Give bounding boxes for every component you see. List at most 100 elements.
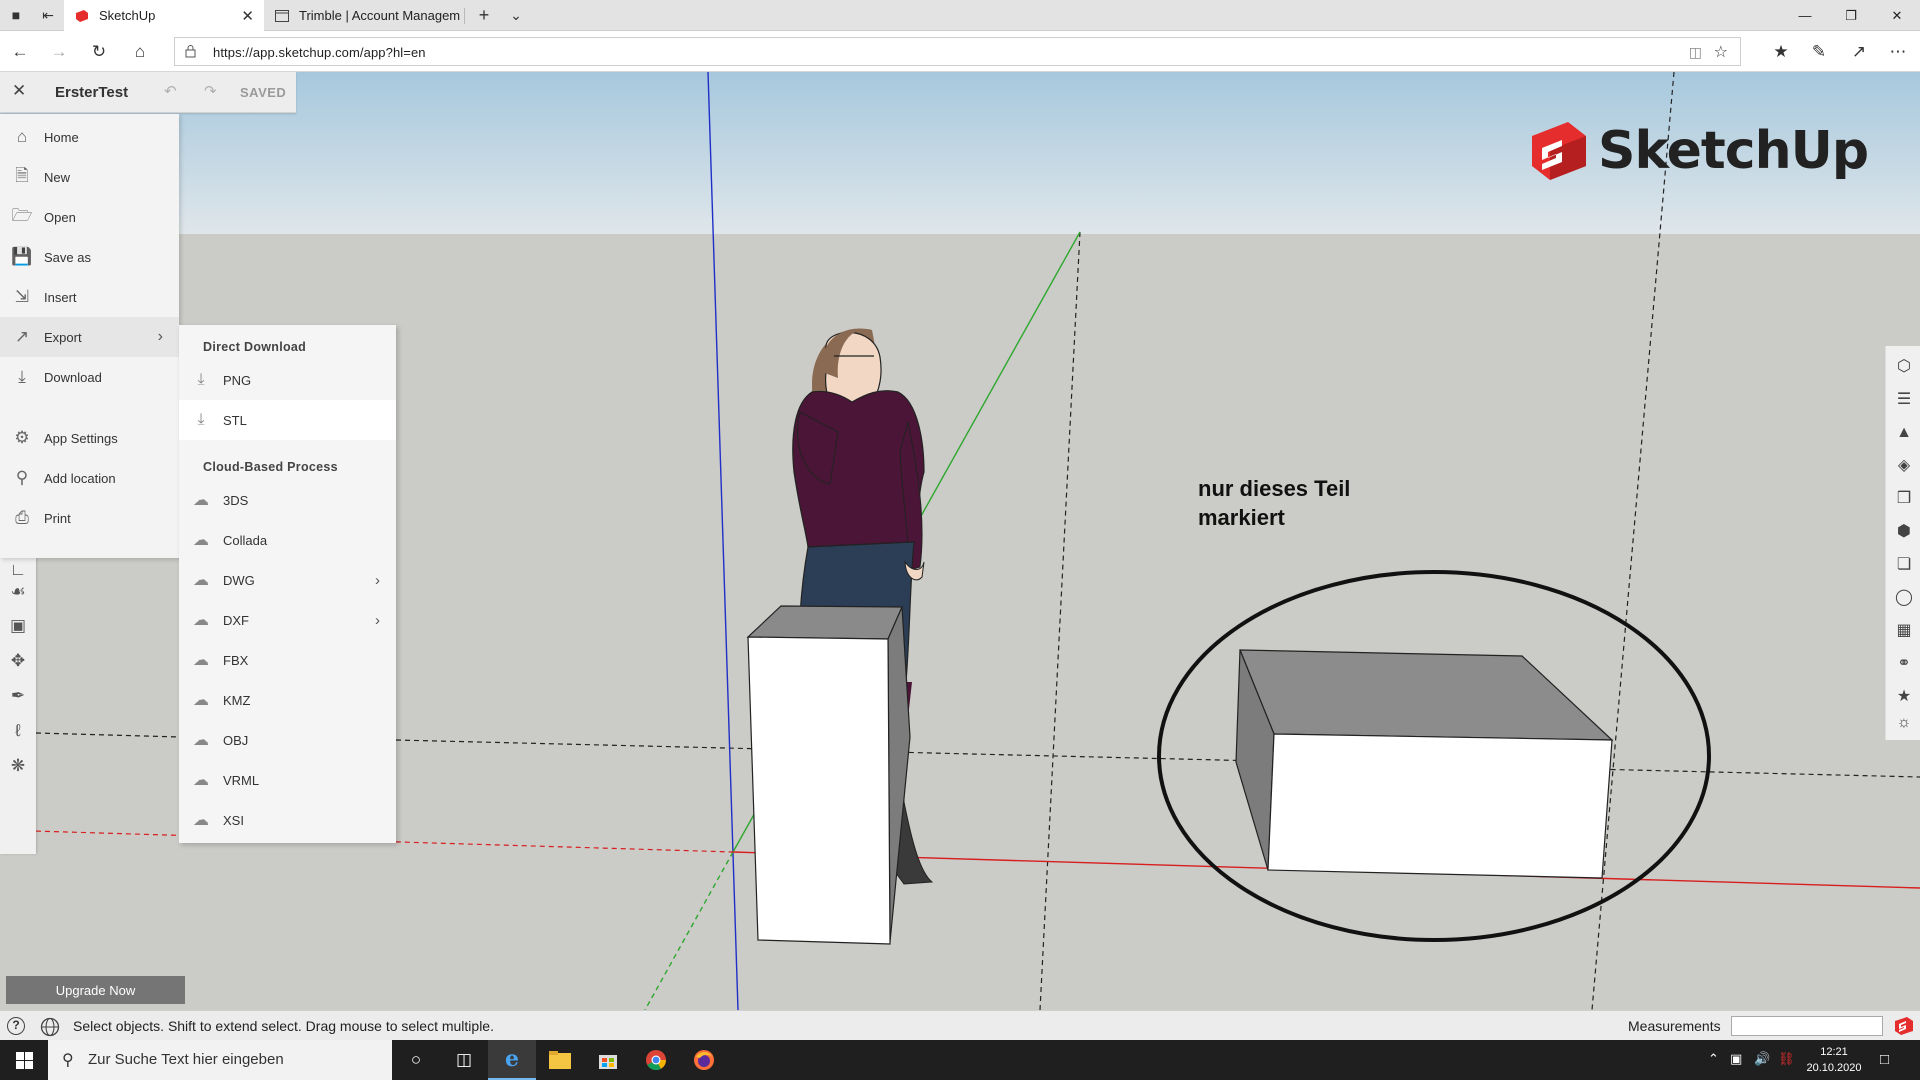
edge-browser-icon[interactable]: e <box>488 1040 536 1080</box>
set-aside-tabs-icon[interactable]: ⇤ <box>40 7 56 23</box>
orbit-icon[interactable]: ❋ <box>6 754 30 778</box>
undo-icon[interactable]: ↶ <box>164 82 177 100</box>
tab-close-icon[interactable]: ✕ <box>241 7 254 25</box>
export-dxf[interactable]: ☁ DXF › <box>179 600 396 640</box>
more-icon[interactable]: ⋯ <box>1887 41 1909 63</box>
menu-item-home[interactable]: ⌂ Home <box>0 117 179 157</box>
instructor-icon[interactable]: ▲ <box>1893 422 1915 444</box>
restore-icon[interactable]: ❐ <box>1828 0 1874 31</box>
taskbar-search-field[interactable]: ⚲ Zur Suche Text hier eingeben <box>48 1040 392 1080</box>
export-3ds[interactable]: ☁ 3DS <box>179 480 396 520</box>
export-icon: ↗ <box>14 327 30 346</box>
sketchup-logo-icon <box>1532 122 1586 180</box>
export-vrml[interactable]: ☁ VRML <box>179 760 396 800</box>
tape-icon[interactable]: ∟ <box>6 558 30 582</box>
security-tray-icon[interactable]: ⛓ <box>1778 1051 1795 1067</box>
menu-item-print[interactable]: ⎙ Print <box>0 498 179 538</box>
favorites-list-icon[interactable]: ★ <box>1770 41 1792 63</box>
export-fbx[interactable]: ☁ FBX <box>179 640 396 680</box>
back-arrow-icon[interactable]: ← <box>9 41 31 63</box>
menu-item-insert[interactable]: ⇲ Insert <box>0 277 179 317</box>
firefox-icon[interactable] <box>680 1040 728 1080</box>
task-view-icon[interactable]: ◫ <box>440 1040 488 1080</box>
document-title[interactable]: ErsterTest <box>55 84 128 101</box>
pen-icon[interactable]: ✎ <box>1808 41 1830 63</box>
extensions-icon[interactable]: ★ <box>1893 686 1915 708</box>
menu-item-add-location[interactable]: ⚲ Add location <box>0 458 179 498</box>
refresh-icon[interactable]: ↻ <box>88 41 110 63</box>
export-stl[interactable]: ⤓ STL <box>179 400 396 440</box>
export-collada[interactable]: ☁ Collada <box>179 520 396 560</box>
help-icon[interactable]: ? <box>7 1017 25 1035</box>
network-icon[interactable]: ▣ <box>1730 1051 1742 1067</box>
new-tab-icon[interactable]: + <box>476 6 492 24</box>
tab-manager-icon[interactable]: ■ <box>8 7 24 23</box>
entity-info-icon[interactable]: ⬡ <box>1893 356 1915 378</box>
notification-icon[interactable]: □ <box>1880 1051 1889 1068</box>
tag-icon[interactable]: ◯ <box>1893 587 1915 609</box>
menu-item-new[interactable]: 🗎 New <box>0 157 179 197</box>
export-submenu: Direct Download ⤓ PNG ⤓ STL Cloud-Based Pr… <box>179 325 396 843</box>
reading-view-icon[interactable]: ◫ <box>1689 44 1702 61</box>
export-item-label: 3DS <box>223 492 249 508</box>
windows-start-icon[interactable] <box>0 1040 48 1080</box>
share-icon[interactable]: ↗ <box>1848 41 1870 63</box>
paint-bucket-icon[interactable]: ☙ <box>6 580 30 604</box>
shapes-icon[interactable]: ▣ <box>6 614 30 638</box>
forward-arrow-icon[interactable]: → <box>48 41 70 63</box>
store-icon[interactable] <box>584 1040 632 1080</box>
cloud-icon: ☁ <box>193 732 209 749</box>
close-window-icon[interactable]: ✕ <box>1874 0 1920 31</box>
outliner-icon[interactable]: ☰ <box>1893 389 1915 411</box>
export-obj[interactable]: ☁ OBJ <box>179 720 396 760</box>
menu-item-save-as[interactable]: 💾 Save as <box>0 237 179 277</box>
tab-trimble[interactable]: Trimble | Account Managem <box>264 0 464 31</box>
eraser-icon[interactable]: ℓ <box>6 719 30 743</box>
document-title-bar: ✕ ErsterTest ↶ ↷ SAVED <box>0 72 296 113</box>
menu-item-app-settings[interactable]: ⚙ App Settings <box>0 418 179 458</box>
menu-item-open[interactable]: 🗁 Open <box>0 197 179 237</box>
minimize-icon[interactable]: — <box>1782 0 1828 31</box>
menu-item-download[interactable]: ⤓ Download <box>0 357 179 397</box>
chevron-down-icon[interactable]: ⌄ <box>508 7 524 23</box>
url-text: https://app.sketchup.com/app?hl=en <box>213 45 426 60</box>
solar-icon[interactable]: ☼ <box>1893 712 1915 734</box>
volume-icon[interactable]: 🔊 <box>1754 1051 1770 1067</box>
layers-icon[interactable]: ❏ <box>1893 554 1915 576</box>
redo-icon[interactable]: ↷ <box>204 82 217 100</box>
close-icon[interactable]: ✕ <box>12 81 26 101</box>
page-favicon-icon <box>274 8 290 24</box>
materials-icon[interactable]: ◈ <box>1893 455 1915 477</box>
export-dwg[interactable]: ☁ DWG › <box>179 560 396 600</box>
home-icon[interactable]: ⌂ <box>129 41 151 63</box>
url-field[interactable]: https://app.sketchup.com/app?hl=en ◫ ☆ <box>174 37 1741 66</box>
green-axis-negative <box>644 851 734 1010</box>
file-explorer-icon[interactable] <box>536 1040 584 1080</box>
tab-label: Trimble | Account Managem <box>299 8 461 23</box>
guide-line <box>1591 72 1675 1010</box>
direct-download-header: Direct Download <box>203 340 307 354</box>
favorite-star-icon[interactable]: ☆ <box>1714 42 1728 62</box>
address-toolbar: ← → ↻ ⌂ https://app.sketchup.com/app?hl=… <box>0 31 1920 72</box>
pen-tool-icon[interactable]: ✒ <box>6 684 30 708</box>
globe-icon[interactable] <box>40 1017 60 1037</box>
styles-icon[interactable]: ⬢ <box>1893 521 1915 543</box>
menu-item-label: Export <box>44 329 82 345</box>
upgrade-now-button[interactable]: Upgrade Now <box>6 976 185 1004</box>
cloud-process-header: Cloud-Based Process <box>203 460 338 474</box>
display-icon[interactable]: ⚭ <box>1893 653 1915 675</box>
guide-line <box>1039 231 1081 1010</box>
tab-sketchup[interactable]: SketchUp ✕ <box>64 0 264 31</box>
export-kmz[interactable]: ☁ KMZ <box>179 680 396 720</box>
cortana-icon[interactable]: ○ <box>392 1040 440 1080</box>
chrome-icon[interactable] <box>632 1040 680 1080</box>
export-xsi[interactable]: ☁ XSI <box>179 800 396 840</box>
menu-item-export[interactable]: ↗ Export › <box>0 317 179 357</box>
export-png[interactable]: ⤓ PNG <box>179 360 396 400</box>
components-icon[interactable]: ❒ <box>1893 488 1915 510</box>
scenes-icon[interactable]: ▦ <box>1893 620 1915 642</box>
move-icon[interactable]: ✥ <box>6 649 30 673</box>
taskbar-clock[interactable]: 12:21 20.10.2020 <box>1798 1044 1870 1076</box>
tray-chevron-up-icon[interactable]: ⌃ <box>1708 1051 1719 1067</box>
measurements-input[interactable] <box>1731 1016 1883 1036</box>
